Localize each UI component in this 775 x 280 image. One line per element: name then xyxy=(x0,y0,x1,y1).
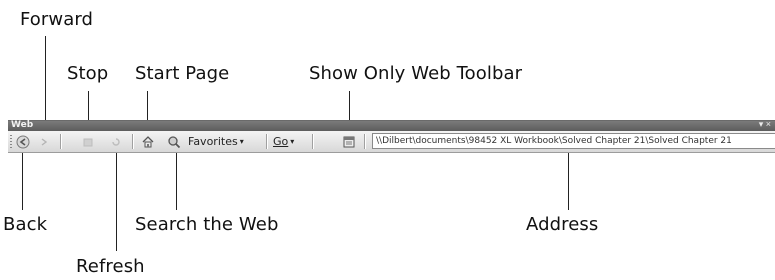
callout-refresh: Refresh xyxy=(76,256,145,277)
refresh-button[interactable] xyxy=(108,132,124,151)
search-globe-icon xyxy=(167,135,180,148)
go-label: Go xyxy=(273,135,289,148)
toolbar-title: Web xyxy=(11,120,34,130)
back-button[interactable] xyxy=(15,132,31,151)
leader-line-refresh xyxy=(116,147,117,251)
separator xyxy=(312,134,314,149)
chevron-down-icon: ▾ xyxy=(290,137,295,146)
titlebar-controls[interactable]: ▾ × xyxy=(759,119,771,130)
web-toolbar: Web ▾ × Favorites ▾ Go ▾ \\Dilbert\docum… xyxy=(8,119,775,153)
stop-icon xyxy=(83,138,93,146)
home-icon xyxy=(142,135,153,147)
separator xyxy=(266,134,268,149)
address-field[interactable]: \\Dilbert\documents\98452 XL Workbook\So… xyxy=(372,133,775,149)
forward-arrow-icon xyxy=(41,137,48,146)
show-only-web-toolbar-button[interactable] xyxy=(340,132,357,151)
callout-address: Address xyxy=(526,214,599,235)
toolbar-titlebar[interactable]: Web ▾ × xyxy=(8,119,775,131)
callout-start-page: Start Page xyxy=(135,63,230,84)
stop-button[interactable] xyxy=(80,132,96,151)
start-page-button[interactable] xyxy=(139,132,156,151)
go-menu[interactable]: Go ▾ xyxy=(273,132,307,151)
separator xyxy=(132,134,134,149)
callout-stop: Stop xyxy=(67,63,109,84)
separator xyxy=(364,134,366,149)
callout-show-only-web-toolbar: Show Only Web Toolbar xyxy=(309,63,523,84)
forward-button[interactable] xyxy=(36,132,52,151)
callout-search-the-web: Search the Web xyxy=(135,214,279,235)
back-arrow-icon xyxy=(16,135,30,148)
leader-line-back xyxy=(22,147,23,210)
refresh-icon xyxy=(112,137,120,146)
chevron-down-icon: ▾ xyxy=(239,137,244,146)
address-value: \\Dilbert\documents\98452 XL Workbook\So… xyxy=(376,136,732,146)
favorites-label: Favorites xyxy=(188,135,238,148)
leader-line-search xyxy=(176,147,177,210)
callout-back: Back xyxy=(3,214,48,235)
callout-forward: Forward xyxy=(20,9,94,30)
search-the-web-button[interactable] xyxy=(165,132,182,151)
leader-line-address xyxy=(568,147,569,210)
separator xyxy=(60,134,62,149)
toolbar-body: Favorites ▾ Go ▾ \\Dilbert\documents\984… xyxy=(8,131,775,153)
toolbar-grip-handle[interactable] xyxy=(10,135,12,148)
window-toolbar-icon xyxy=(343,136,354,147)
favorites-menu[interactable]: Favorites ▾ xyxy=(188,132,260,151)
